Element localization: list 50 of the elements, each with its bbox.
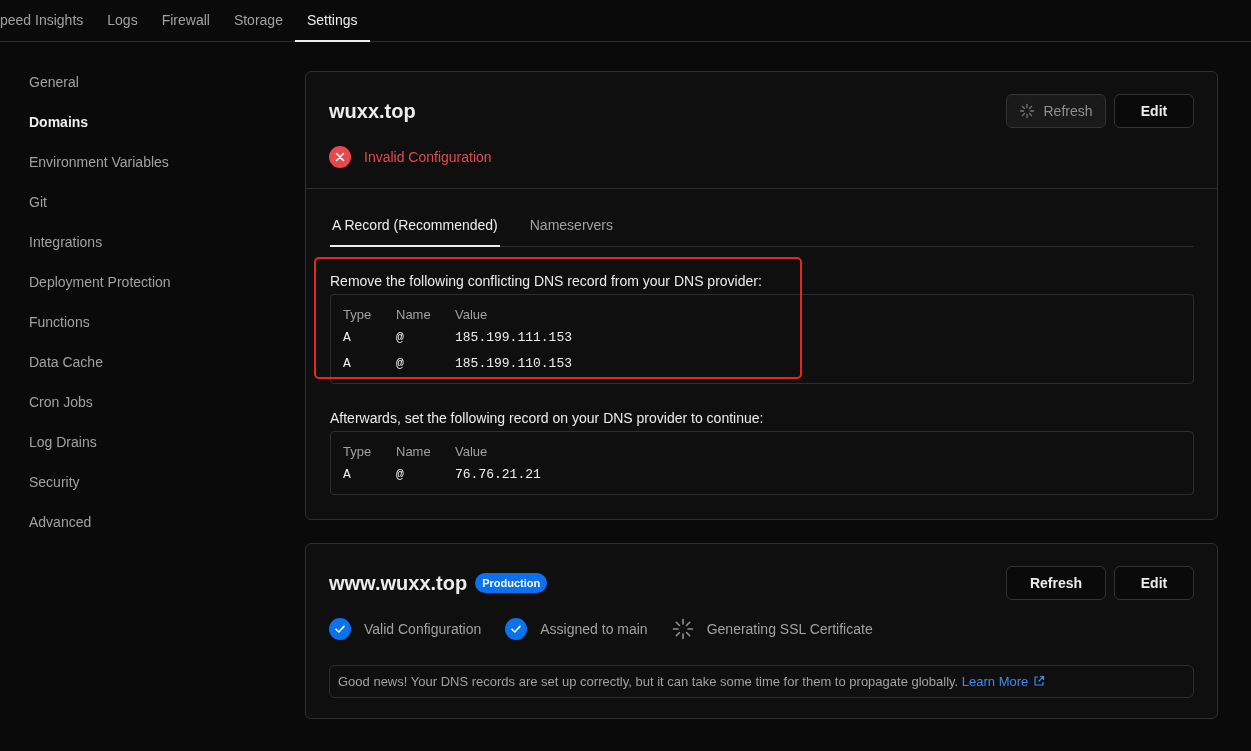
record-tab[interactable]: Nameservers bbox=[527, 213, 615, 247]
status-label: Assigned to main bbox=[540, 621, 648, 637]
table-cell-text: A bbox=[343, 329, 352, 345]
sidebar-item[interactable]: Security bbox=[29, 470, 305, 510]
sidebar-item[interactable]: Log Drains bbox=[29, 430, 305, 470]
nav-tab[interactable]: peed Insights bbox=[0, 0, 96, 42]
column-header: Name bbox=[396, 443, 432, 459]
sidebar-item[interactable]: Advanced bbox=[29, 510, 305, 550]
spinner-icon bbox=[1019, 103, 1036, 119]
instruction-text: Afterwards, set the following record on your DNS provider to continue: bbox=[330, 410, 765, 426]
table-cell-text: A bbox=[343, 355, 352, 371]
column-header: Type bbox=[343, 306, 373, 322]
sidebar-item[interactable]: General bbox=[29, 70, 305, 110]
domain-name: wuxx.top bbox=[329, 99, 416, 123]
instruction-text: Remove the following conflicting DNS record from your DNS provider: bbox=[330, 273, 763, 289]
table-cell-text: @ bbox=[396, 355, 405, 371]
column-header: Value bbox=[455, 443, 488, 459]
learn-more-link[interactable]: Learn More bbox=[961, 674, 1046, 689]
sidebar-item[interactable]: Domains bbox=[29, 110, 305, 150]
refresh-button[interactable]: Refresh bbox=[1006, 566, 1106, 600]
edit-button[interactable]: Edit bbox=[1114, 566, 1194, 600]
table-cell-text: A bbox=[343, 466, 352, 482]
column-header: Value bbox=[455, 306, 488, 322]
nav-tab[interactable]: Settings bbox=[294, 0, 370, 42]
environment-badge: Production bbox=[475, 573, 548, 593]
sidebar-item[interactable]: Git bbox=[29, 190, 305, 230]
status-label: Generating SSL Certificate bbox=[706, 621, 873, 637]
edit-button[interactable]: Edit bbox=[1114, 94, 1194, 128]
nav-tab[interactable]: Storage bbox=[221, 0, 295, 42]
column-header: Name bbox=[396, 306, 432, 322]
sidebar-item[interactable]: Cron Jobs bbox=[29, 390, 305, 430]
domain-name: www.wuxx.top bbox=[329, 571, 468, 595]
table-cell-text: @ bbox=[396, 466, 405, 482]
sidebar-item[interactable]: Functions bbox=[29, 310, 305, 350]
sidebar-item[interactable]: Integrations bbox=[29, 230, 305, 270]
table-cell-text: @ bbox=[396, 329, 405, 345]
nav-tab[interactable]: Firewall bbox=[149, 0, 222, 42]
sidebar-item[interactable]: Data Cache bbox=[29, 350, 305, 390]
sidebar-item[interactable]: Environment Variables bbox=[29, 150, 305, 190]
table-cell: 185.199.111.153 bbox=[455, 329, 573, 345]
column-header: Type bbox=[343, 443, 373, 459]
table-cell: 185.199.110.153 bbox=[455, 355, 573, 371]
nav-tab[interactable]: Logs bbox=[95, 0, 150, 42]
status-label: Invalid Configuration bbox=[364, 149, 492, 165]
status-label: Valid Configuration bbox=[364, 621, 482, 637]
notice-message: Good news! Your DNS records are set up correctly, but it can take some time for them to propagate globally. Learn More bbox=[329, 665, 1194, 698]
external-link-icon bbox=[1033, 675, 1046, 687]
record-tab[interactable]: A Record (Recommended) bbox=[330, 213, 500, 247]
sidebar-item[interactable]: Deployment Protection bbox=[29, 270, 305, 310]
table-cell: 76.76.21.21 bbox=[455, 466, 541, 482]
